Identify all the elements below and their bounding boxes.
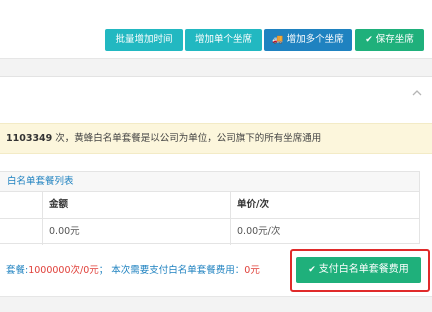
notice-text: 次，黄蜂白名单套餐是以公司为单位，公司旗下的所有坐席通用	[52, 133, 322, 144]
summary-prefix: 套餐:	[6, 265, 29, 276]
column-header-amount: 金额	[49, 199, 69, 210]
save-seats-label: 保存坐席	[375, 34, 414, 45]
info-notice: 1103349 次，黄蜂白名单套餐是以公司为单位，公司旗下的所有坐席通用	[0, 123, 432, 154]
table-panel-title: 白名单套餐列表	[0, 171, 420, 191]
table-header-row: 金额 单价/次	[0, 191, 420, 218]
column-header-unit-price: 单价/次	[237, 199, 269, 210]
table-title: 白名单套餐列表	[7, 176, 74, 187]
batch-add-time-button[interactable]: 批量增加时间	[105, 29, 183, 51]
summary-total-value: 0元	[244, 265, 260, 276]
add-single-seat-label: 增加单个坐席	[194, 34, 252, 45]
footer-separator	[0, 296, 432, 312]
chevron-up-icon[interactable]	[412, 88, 422, 98]
truck-icon: 🚚	[272, 35, 284, 45]
check-icon: ✔	[365, 35, 373, 45]
cell-amount: 0.00元	[49, 226, 80, 237]
section-separator	[0, 59, 432, 76]
package-table: 金额 单价/次 0.00元 0.00元/次	[0, 191, 420, 245]
add-multiple-seats-label: 增加多个坐席	[286, 34, 344, 45]
notice-count: 1103349	[6, 133, 53, 144]
save-seats-button[interactable]: ✔ 保存坐席	[355, 29, 424, 51]
cell-unit-price: 0.00元/次	[237, 226, 281, 237]
pay-whitelist-fee-button[interactable]: ✔ 支付白名单套餐费用	[296, 257, 421, 283]
check-icon: ✔	[308, 265, 316, 275]
batch-add-time-label: 批量增加时间	[115, 34, 173, 45]
table-row: 0.00元 0.00元/次	[0, 218, 420, 245]
section-border	[0, 76, 432, 77]
add-single-seat-button[interactable]: 增加单个坐席	[185, 29, 262, 51]
summary-middle: ； 本次需要支付白名单套餐费用：	[98, 265, 245, 276]
payment-summary: 套餐:1000000次/0元； 本次需要支付白名单套餐费用：0元	[6, 262, 260, 276]
summary-package-value: 1000000次/0元	[28, 265, 99, 276]
pay-button-label: 支付白名单套餐费用	[318, 264, 409, 275]
add-multiple-seats-button[interactable]: 🚚 增加多个坐席	[264, 29, 352, 51]
